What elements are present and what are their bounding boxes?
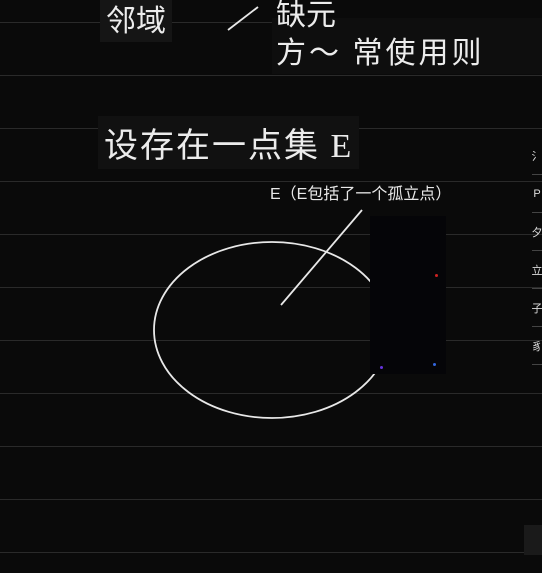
dark-rect-overlay[interactable] xyxy=(370,216,446,374)
side-item[interactable]: 夕 xyxy=(532,213,542,251)
side-item[interactable]: P xyxy=(532,175,542,213)
side-panel: 氵 P 夕 立 子 豸 xyxy=(532,137,542,365)
side-item[interactable]: 子 xyxy=(532,289,542,327)
side-item[interactable]: 豸 xyxy=(532,327,542,365)
bottom-right-block xyxy=(524,525,542,555)
side-item[interactable]: 氵 xyxy=(532,137,542,175)
connector-line-to-ellipse xyxy=(0,0,542,573)
side-item[interactable]: 立 xyxy=(532,251,542,289)
